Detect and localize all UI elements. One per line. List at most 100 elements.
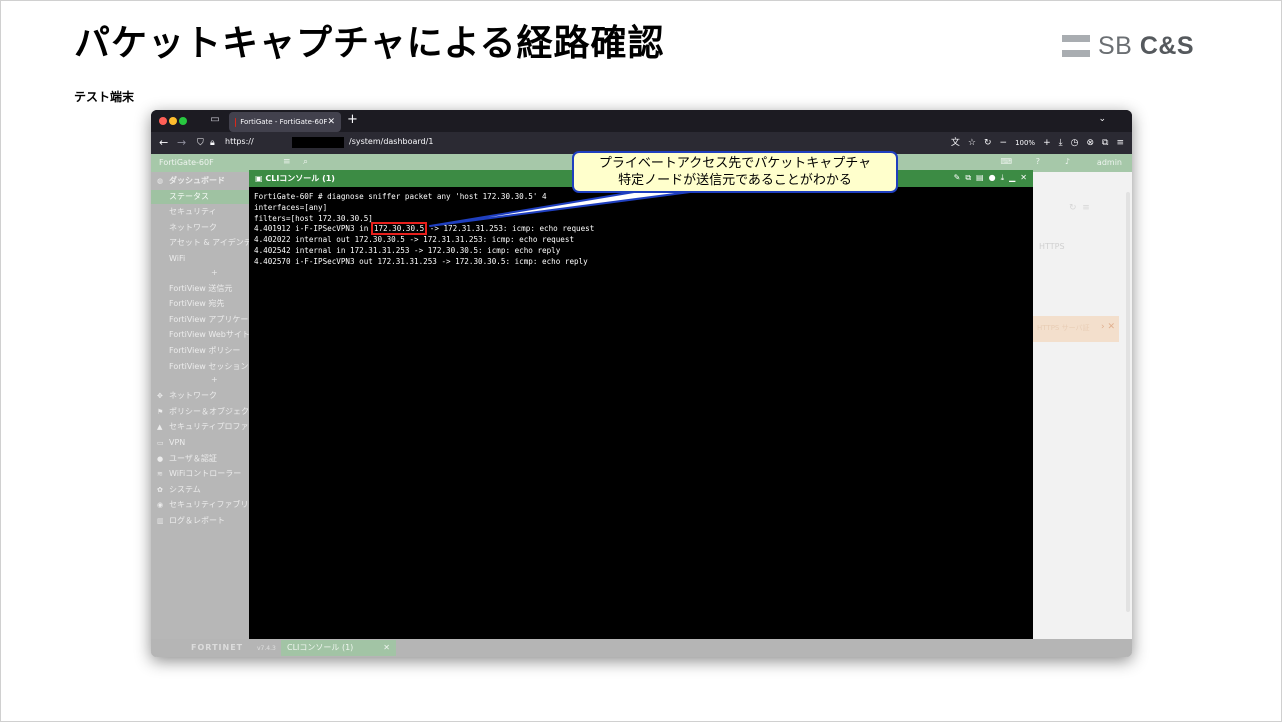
sidebar-item[interactable]: FortiView アプリケーション bbox=[151, 313, 249, 327]
sidebar-item-label: WiFiコントローラー bbox=[169, 469, 242, 479]
sidebar-item[interactable]: ✿ システム bbox=[151, 483, 249, 497]
gear-icon: ✿ bbox=[157, 485, 163, 494]
sidebar-item-label: FortiView Webサイト bbox=[169, 330, 249, 340]
cli-line: 4.402570 i-F-IPSecVPN3 out 172.31.31.253… bbox=[254, 256, 588, 266]
url-redacted-host bbox=[292, 137, 344, 148]
callout-box: プライベートアクセス先でパケットキャプチャ 特定ノードが送信元であることがわかる bbox=[572, 151, 898, 193]
record-icon[interactable]: ● bbox=[989, 172, 996, 184]
sidebar-item-label: VPN bbox=[169, 438, 186, 447]
download-icon[interactable]: ⤓ bbox=[1001, 172, 1005, 184]
search-icon[interactable]: ⌕ bbox=[303, 157, 308, 167]
history-icon[interactable]: ◷ bbox=[1071, 136, 1079, 150]
hamburger-icon[interactable]: ≡ bbox=[283, 157, 291, 167]
maximize-window-button[interactable] bbox=[179, 117, 187, 125]
forward-button[interactable]: → bbox=[177, 136, 186, 150]
sidebar-item[interactable]: ◍ ダッシュボード bbox=[151, 174, 249, 188]
sidebar-item[interactable]: アセット & アイデンティティ bbox=[151, 236, 249, 250]
https-label: HTTPS bbox=[1039, 242, 1065, 251]
zoom-out-button[interactable]: − bbox=[1000, 136, 1008, 150]
callout-line-1: プライベートアクセス先でパケットキャプチャ bbox=[598, 156, 872, 171]
cli-line-highlighted: 4.401912 i-F-IPSecVPN3 in 172.30.30.5 ->… bbox=[254, 222, 1024, 236]
sidebar-item[interactable]: ≋ WiFiコントローラー bbox=[151, 467, 249, 481]
dashboard-icon: ◍ bbox=[157, 177, 164, 185]
bell-icon[interactable]: ♪ bbox=[1065, 157, 1070, 166]
sidebar-add-icon[interactable]: + bbox=[211, 375, 218, 384]
warning-banner-text: HTTPS サーバ証 bbox=[1037, 324, 1090, 332]
footer-tab-close-icon[interactable]: ✕ bbox=[383, 640, 390, 656]
sidebar-item-label: ステータス bbox=[169, 191, 209, 201]
sidebar-item[interactable]: ネットワーク bbox=[151, 221, 249, 235]
zoom-in-button[interactable]: + bbox=[1043, 136, 1051, 150]
fortigate-app: FortiGate-60F ≡ ⌕ ⌨ ? ♪ admin ◍ ダッシュボードステ… bbox=[151, 154, 1132, 657]
tab-close-icon[interactable]: ✕ bbox=[327, 117, 335, 127]
new-tab-button[interactable]: + bbox=[347, 113, 358, 127]
minimize-icon[interactable]: ▁ bbox=[1009, 172, 1015, 184]
sidebar-item[interactable]: FortiView 宛先 bbox=[151, 297, 249, 311]
lock-icon[interactable]: 🔒︎ bbox=[210, 136, 215, 150]
policy-icon: ⚑ bbox=[157, 407, 164, 416]
menu-icon[interactable]: ≡ bbox=[1116, 136, 1124, 150]
callout-line-2: 特定ノードが送信元であることがわかる bbox=[618, 173, 852, 188]
sidebar-item-label: セキュリティプロファイル bbox=[169, 422, 249, 432]
terminal-icon[interactable]: ⌨ bbox=[1000, 157, 1012, 166]
sidebar-item[interactable]: ステータス bbox=[151, 189, 249, 204]
cli-line: interfaces=[any] bbox=[254, 202, 328, 212]
extensions-icon[interactable]: ⧉ bbox=[1102, 136, 1108, 150]
chevron-down-icon[interactable]: ⌄ bbox=[1098, 114, 1106, 124]
sidebar-item[interactable]: FortiView セッション bbox=[151, 360, 249, 374]
clipboard-icon[interactable]: ▤ bbox=[976, 172, 984, 184]
toolbar-right: 文 ☆ ↻ − 100% + ⤓ ◷ ⊗ ⧉ ≡ bbox=[951, 136, 1124, 150]
reload-icon[interactable]: ↻ bbox=[984, 136, 992, 150]
zoom-level[interactable]: 100% bbox=[1015, 136, 1035, 150]
sbcs-logo: SB C&S bbox=[1062, 32, 1194, 60]
sidebar-item[interactable]: ▭ VPN bbox=[151, 436, 249, 450]
tab-fortigate[interactable]: FortiGate - FortiGate-60F ✕ bbox=[229, 112, 341, 132]
sidebar-item-label: FortiView 送信元 bbox=[169, 283, 233, 293]
admin-menu[interactable]: admin bbox=[1097, 158, 1122, 167]
sidebar-item[interactable]: ▥ ログ＆レポート bbox=[151, 514, 249, 528]
app-footer: FORTINET v7.4.3 CLIコンソール (1) ✕ bbox=[151, 639, 1132, 657]
edit-icon[interactable]: ✎ bbox=[954, 172, 961, 184]
extension-x-icon[interactable]: ⊗ bbox=[1086, 136, 1094, 150]
slide-title: パケットキャプチャによる経路確認 bbox=[74, 23, 665, 64]
banner-close-icon[interactable]: › ✕ bbox=[1101, 322, 1115, 332]
cli-output: FortiGate-60F # diagnose sniffer packet … bbox=[254, 192, 1024, 268]
cli-line: 4.402022 internal out 172.30.30.5 -> 172… bbox=[254, 235, 575, 245]
cli-console[interactable]: ▣ CLIコンソール (1) ✎ ⧉ ▤ ● ⤓ ▁ ✕ FortiGate-6… bbox=[249, 170, 1033, 639]
user-icon: ● bbox=[157, 454, 164, 463]
tab-list-icon[interactable]: ▭ bbox=[209, 114, 221, 126]
cli-line: 4.402542 internal in 172.31.31.253 -> 17… bbox=[254, 245, 561, 255]
sidebar-item[interactable]: セキュリティ bbox=[151, 205, 249, 219]
minimize-window-button[interactable] bbox=[169, 117, 177, 125]
scrollbar[interactable] bbox=[1126, 192, 1130, 612]
footer-cli-tab[interactable]: CLIコンソール (1) ✕ bbox=[281, 640, 396, 656]
translate-icon[interactable]: 文 bbox=[951, 136, 960, 150]
url-path: /system/dashboard/1 bbox=[349, 137, 434, 146]
download-icon[interactable]: ⤓ bbox=[1059, 136, 1063, 150]
sidebar-item-label: FortiView アプリケーション bbox=[169, 314, 249, 324]
sidebar-item[interactable]: ⚑ ポリシー＆オブジェクト bbox=[151, 405, 249, 419]
cli-actions: ✎ ⧉ ▤ ● ⤓ ▁ ✕ bbox=[954, 172, 1027, 184]
sidebar-item[interactable]: ◉ セキュリティファブリック bbox=[151, 498, 249, 512]
sidebar-item[interactable]: WiFi bbox=[151, 252, 249, 266]
sidebar-item[interactable]: FortiView 送信元 bbox=[151, 282, 249, 296]
sidebar-item[interactable]: ● ユーザ＆認証 bbox=[151, 452, 249, 466]
cli-line-prefix: 4.401912 i-F-IPSecVPN3 in bbox=[254, 224, 373, 234]
bookmark-star-icon[interactable]: ☆ bbox=[968, 136, 976, 150]
sidebar-item[interactable]: ▲ セキュリティプロファイル bbox=[151, 420, 249, 434]
lock-icon: ▲ bbox=[157, 423, 163, 432]
app-hostname: FortiGate-60F bbox=[159, 158, 214, 167]
url-bar[interactable]: ⛉ 🔒︎ https:// /system/dashboard/1 bbox=[197, 135, 917, 151]
tab-title: FortiGate - FortiGate-60F bbox=[240, 118, 328, 126]
shield-icon[interactable]: ⛉ bbox=[197, 136, 204, 150]
help-icon[interactable]: ? bbox=[1036, 157, 1040, 166]
close-window-button[interactable] bbox=[159, 117, 167, 125]
close-icon[interactable]: ✕ bbox=[1020, 172, 1027, 184]
sidebar-add-icon[interactable]: + bbox=[211, 268, 218, 277]
back-button[interactable]: ← bbox=[159, 136, 168, 150]
sidebar-item[interactable]: FortiView Webサイト bbox=[151, 328, 249, 342]
sidebar-item[interactable]: FortiView ポリシー bbox=[151, 344, 249, 358]
copy-icon[interactable]: ⧉ bbox=[965, 172, 971, 184]
sidebar-item[interactable]: ✥ ネットワーク bbox=[151, 389, 249, 403]
widget-refresh-icon[interactable]: ↻ ≡ bbox=[1069, 203, 1090, 213]
